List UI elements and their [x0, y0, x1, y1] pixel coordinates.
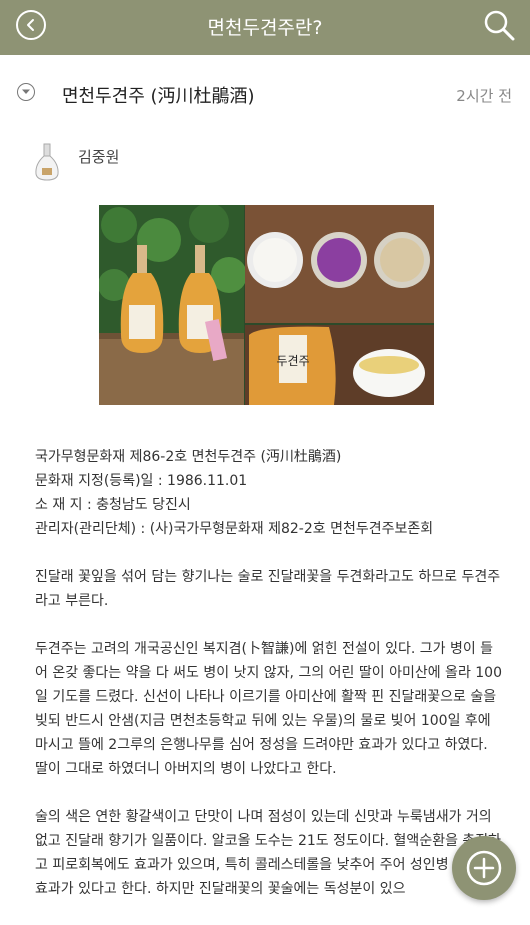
post-photo: 두견주 [99, 205, 434, 405]
search-icon[interactable] [482, 8, 516, 42]
info-line: 소 재 지 : 충청남도 당진시 [35, 497, 191, 513]
info-line: 국가무형문화재 제86-2호 면천두견주 (沔川杜鵑酒) [35, 449, 342, 465]
avatar[interactable] [32, 142, 62, 182]
heritage-info: 국가무형문화재 제86-2호 면천두견주 (沔川杜鵑酒) 문화재 지정(등록)일… [35, 445, 505, 541]
post-title: 면천두견주 (沔川杜鵑酒) [62, 86, 255, 107]
post-timestamp: 2시간 전 [456, 87, 512, 105]
info-line: 문화재 지정(등록)일 : 1986.11.01 [35, 473, 248, 489]
page-title: 면천두견주란? [207, 17, 323, 39]
info-line: 관리자(관리단체) : (사)국가무형문화재 제82-2호 면천두견주보존회 [35, 521, 434, 537]
author-name: 김중원 [78, 148, 120, 166]
chevron-down-icon[interactable] [17, 83, 35, 101]
paragraph: 진달래 꽃잎을 섞어 담는 향기나는 술로 진달래꽃을 두견화라고도 하므로 두… [35, 569, 501, 609]
paragraph: 술의 색은 연한 황갈색이고 단맛이 나며 점성이 있는데 신맛과 누룩냄새가 … [35, 809, 505, 897]
svg-text:두견주: 두견주 [276, 354, 309, 368]
add-icon[interactable] [452, 836, 516, 900]
post-body: 국가무형문화재 제86-2호 면천두견주 (沔川杜鵑酒) 문화재 지정(등록)일… [35, 445, 505, 925]
top-app-bar: 면천두견주란? [0, 0, 530, 55]
paragraph: 두견주는 고려의 개국공신인 복지겸(卜智謙)에 얽힌 전설이 있다. 그가 병… [35, 641, 502, 777]
